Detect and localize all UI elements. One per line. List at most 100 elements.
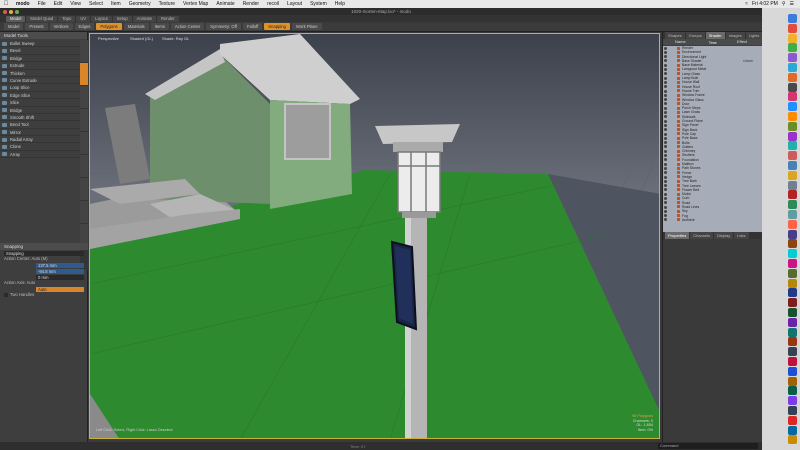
dock-app-icon[interactable] (788, 317, 797, 327)
layout-tab-animate[interactable]: Animate (132, 15, 157, 22)
menu-view[interactable]: View (66, 1, 85, 7)
dock-app-icon[interactable] (788, 14, 797, 23)
menu-recoil[interactable]: recoil (263, 1, 283, 7)
tab-properties[interactable]: Properties (665, 232, 690, 239)
layout-tab-model-quad[interactable]: Model Quad (26, 15, 58, 22)
menu-select[interactable]: Select (85, 1, 107, 7)
dock-app-icon[interactable] (788, 376, 797, 386)
menu-layout[interactable]: Layout (283, 1, 306, 7)
visibility-eye-icon[interactable] (664, 80, 667, 84)
falloff-dropdown[interactable]: Falloff (242, 23, 263, 30)
dock-app-icon[interactable] (788, 112, 797, 121)
vertical-tab[interactable] (80, 109, 88, 131)
vertical-tab[interactable] (80, 155, 88, 177)
shader-tree-list[interactable]: Render Environment Directional Light Base S… (663, 46, 763, 232)
dock-app-icon[interactable] (788, 210, 797, 219)
tab-display[interactable]: Display (714, 232, 734, 239)
tool-item[interactable]: Clone (0, 143, 80, 151)
dock-app-icon[interactable] (788, 347, 797, 357)
model-button[interactable]: Model (4, 23, 24, 30)
presets-button[interactable]: Presets (25, 23, 48, 30)
visibility-eye-icon[interactable] (664, 145, 667, 149)
apple-icon[interactable]:  (0, 1, 12, 7)
tool-item[interactable]: Extrude (0, 62, 80, 70)
visibility-eye-icon[interactable] (664, 89, 667, 93)
dock-app-icon[interactable] (788, 229, 797, 239)
column-name[interactable]: Name (663, 39, 737, 45)
shader-tree-item[interactable]: Ambient (663, 218, 763, 222)
visibility-eye-icon[interactable] (664, 76, 667, 80)
tool-item[interactable]: Radial Array (0, 136, 80, 144)
tab-shapes[interactable]: Shapes (665, 32, 685, 39)
dock-app-icon[interactable] (788, 278, 797, 288)
tab-channels[interactable]: Channels (690, 232, 714, 239)
menu-edit[interactable]: Edit (50, 1, 67, 7)
dock-app-icon[interactable] (788, 131, 797, 141)
dock-app-icon[interactable] (788, 53, 797, 63)
tool-item[interactable]: Bridge (0, 107, 80, 114)
command-input[interactable]: Command (658, 443, 758, 449)
visibility-eye-icon[interactable] (664, 63, 667, 67)
visibility-eye-icon[interactable] (664, 179, 667, 183)
dock-app-icon[interactable] (788, 327, 797, 337)
layout-tab-render[interactable]: Render (157, 15, 179, 22)
visibility-eye-icon[interactable] (664, 119, 667, 123)
visibility-eye-icon[interactable] (664, 218, 667, 222)
vertical-tab[interactable] (80, 201, 88, 223)
tool-item[interactable]: Bevel (0, 47, 80, 55)
dock-app-icon[interactable] (788, 268, 797, 278)
visibility-eye-icon[interactable] (664, 123, 667, 127)
visibility-eye-icon[interactable] (664, 192, 667, 196)
visibility-eye-icon[interactable] (664, 55, 667, 59)
visibility-eye-icon[interactable] (664, 171, 667, 175)
dock-app-icon[interactable] (788, 259, 797, 268)
dock-app-icon[interactable] (788, 435, 797, 445)
dock-app-icon[interactable] (788, 82, 797, 92)
tool-item[interactable]: Slice (0, 99, 80, 107)
tab-groups[interactable]: Groups (685, 32, 705, 39)
tool-item[interactable]: Loop Slice (0, 84, 80, 92)
dock-app-icon[interactable] (788, 425, 797, 435)
visibility-eye-icon[interactable] (664, 214, 667, 218)
visibility-eye-icon[interactable] (664, 166, 667, 170)
visibility-eye-icon[interactable] (664, 154, 667, 158)
menu-animate[interactable]: Animate (212, 1, 238, 7)
position-z-field[interactable]: 0 mm (36, 274, 84, 280)
dock-app-icon[interactable] (788, 190, 797, 200)
dock-app-icon[interactable] (788, 239, 797, 249)
visibility-eye-icon[interactable] (664, 205, 667, 209)
list-icon[interactable]: ☰ (790, 1, 794, 7)
menu-system[interactable]: System (306, 1, 331, 7)
visibility-eye-icon[interactable] (664, 93, 667, 97)
symmetry-dropdown[interactable]: Symmetry: Off (206, 23, 241, 30)
dock-app-icon[interactable] (788, 33, 797, 43)
visibility-eye-icon[interactable] (664, 59, 667, 63)
dock-app-icon[interactable] (788, 151, 797, 161)
tool-item[interactable]: Bullet Sweep (0, 40, 80, 48)
layout-tab-layout[interactable]: Layout (91, 15, 112, 22)
dock-app-icon[interactable] (788, 415, 797, 425)
dock-app-icon[interactable] (788, 357, 797, 366)
visibility-eye-icon[interactable] (664, 188, 667, 192)
two-handles-checkbox[interactable] (4, 292, 8, 297)
vertices-mode-button[interactable]: Vertices (49, 23, 73, 30)
search-icon[interactable]: ⚲ (782, 1, 786, 7)
layout-tab-uv[interactable]: UV (76, 15, 91, 22)
dock-app-icon[interactable] (788, 298, 797, 308)
dock-app-icon[interactable] (788, 180, 797, 190)
visibility-eye-icon[interactable] (664, 136, 667, 140)
menu-texture[interactable]: Texture (155, 1, 179, 7)
menu-file[interactable]: File (34, 1, 50, 7)
visibility-eye-icon[interactable] (664, 50, 667, 54)
position-x-field[interactable]: 137.5 mm (36, 262, 84, 268)
wifi-icon[interactable]: ≈ (745, 1, 748, 7)
dock-app-icon[interactable] (788, 219, 797, 229)
menu-app-name[interactable]: modo (12, 1, 34, 7)
viewport-view-label[interactable]: Perspective (98, 36, 119, 41)
tab-shader-tree[interactable]: Shader Tree (705, 32, 725, 45)
action-center-dropdown[interactable]: Action Center (170, 23, 205, 30)
visibility-eye-icon[interactable] (664, 102, 667, 106)
layout-tab-topo[interactable]: Topo (58, 15, 76, 22)
dock-app-icon[interactable] (788, 396, 797, 406)
dock-app-icon[interactable] (788, 161, 797, 170)
